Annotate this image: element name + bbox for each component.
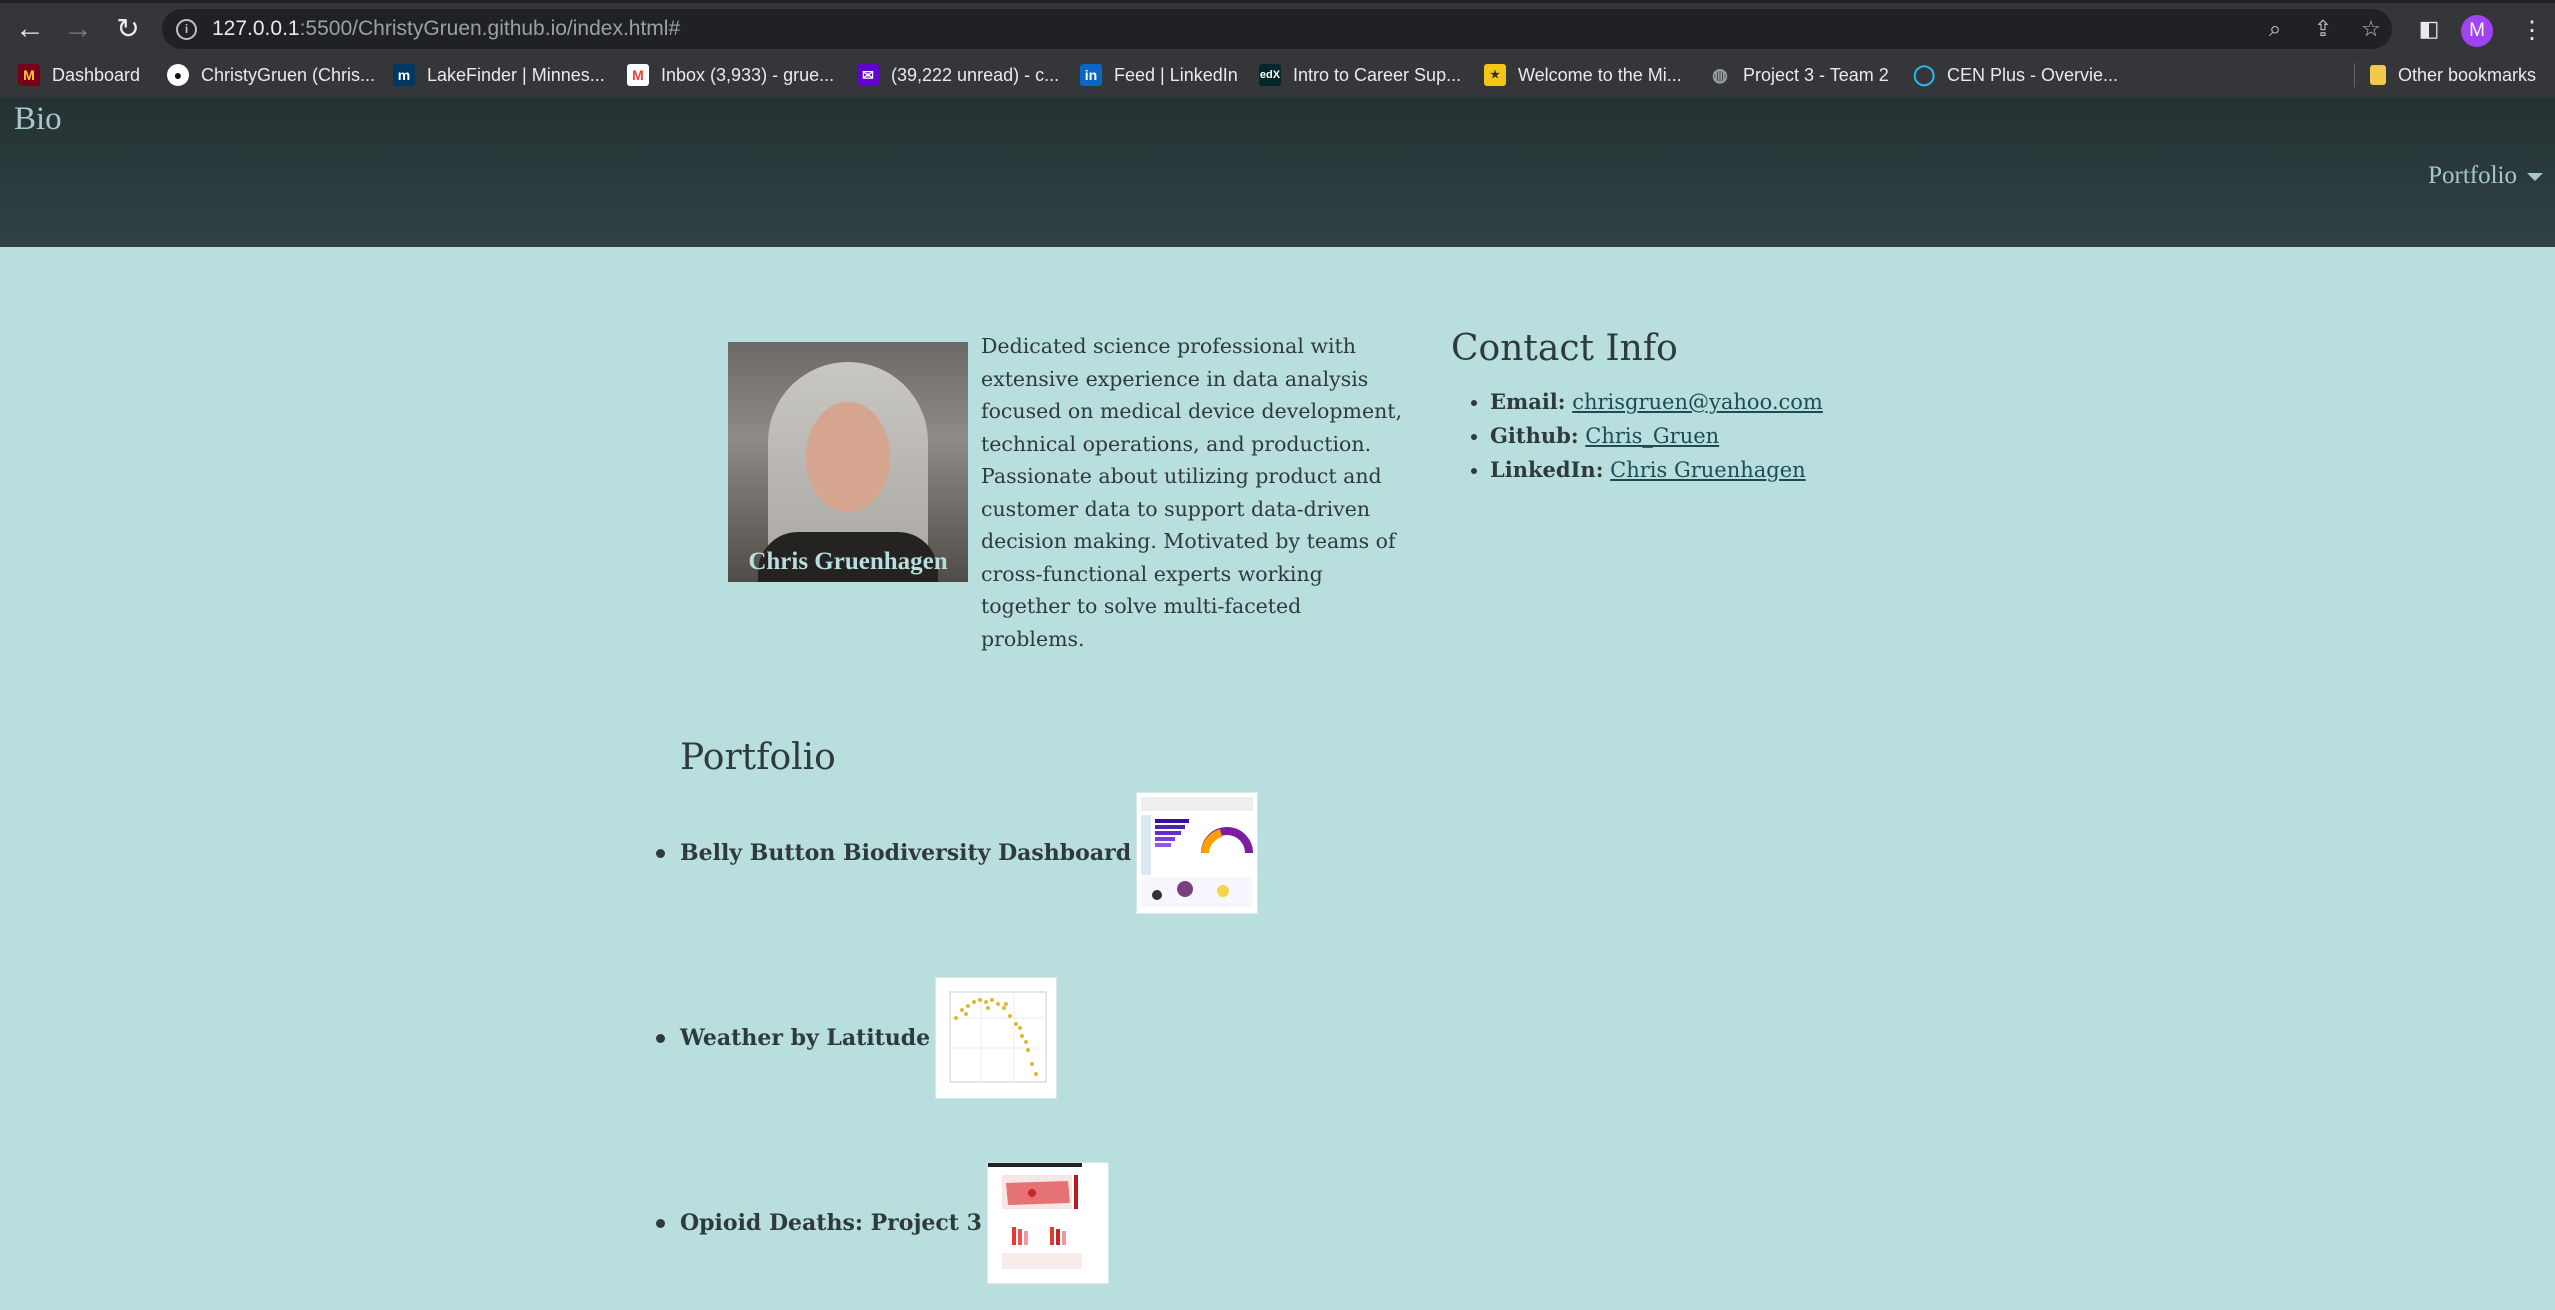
gmail-icon: M bbox=[627, 64, 649, 86]
mn-star-icon: ★ bbox=[1484, 64, 1506, 86]
github-icon: ● bbox=[167, 64, 189, 86]
dropdown-label: Portfolio bbox=[2428, 162, 2517, 189]
portfolio-item-label: Belly Button Biodiversity Dashboard bbox=[680, 840, 1132, 866]
portfolio-heading: Portfolio bbox=[680, 737, 836, 778]
contact-email: Email: chrisgruen@yahoo.com bbox=[1490, 385, 1823, 419]
linkedin-label: LinkedIn: bbox=[1490, 457, 1604, 482]
bookmark-star-icon[interactable]: ☆ bbox=[2358, 16, 2384, 42]
avatar[interactable]: M bbox=[2461, 15, 2493, 47]
umn-icon: M bbox=[18, 64, 40, 86]
address-bar[interactable]: i 127.0.0.1:5500/ChristyGruen.github.io/… bbox=[162, 9, 2392, 49]
globe-icon: ◍ bbox=[1712, 65, 1728, 85]
email-label: Email: bbox=[1490, 389, 1566, 414]
project-thumbnail[interactable] bbox=[1136, 792, 1259, 914]
menu-icon[interactable]: ⋮ bbox=[2520, 13, 2544, 49]
photo-caption: Chris Gruenhagen bbox=[748, 548, 948, 575]
yahoo-mail-icon: ✉ bbox=[857, 64, 879, 86]
site-info-icon[interactable]: i bbox=[176, 19, 197, 40]
bookmark-label: ChristyGruen (Chris... bbox=[201, 64, 376, 85]
circle-icon: ◯ bbox=[1913, 64, 1936, 86]
url-text[interactable]: 127.0.0.1:5500/ChristyGruen.github.io/in… bbox=[212, 9, 680, 49]
project-thumbnail[interactable] bbox=[986, 1162, 1109, 1284]
bookmark-label: Dashboard bbox=[52, 64, 141, 85]
share-icon[interactable]: ⇪ bbox=[2310, 16, 2336, 42]
contact-heading: Contact Info bbox=[1451, 328, 1678, 369]
bookmark-label: CEN Plus - Overvie... bbox=[1947, 64, 2119, 85]
bookmark-item[interactable]: ★ Welcome to the Mi... bbox=[1484, 53, 1682, 97]
navbar-brand[interactable]: Bio bbox=[14, 101, 62, 138]
contact-list: Email: chrisgruen@yahoo.com Github: Chri… bbox=[1451, 385, 1823, 487]
mn-icon: m bbox=[393, 64, 415, 86]
caret-down-icon bbox=[2527, 173, 2543, 182]
github-label: Github: bbox=[1490, 423, 1579, 448]
linkedin-link[interactable]: Chris Gruenhagen bbox=[1610, 458, 1806, 482]
bookmark-item[interactable]: in Feed | LinkedIn bbox=[1080, 53, 1238, 97]
bookmark-item[interactable]: M Dashboard bbox=[18, 53, 140, 97]
contact-linkedin: LinkedIn: Chris Gruenhagen bbox=[1490, 453, 1823, 487]
project-thumbnail[interactable] bbox=[935, 977, 1058, 1099]
folder-icon bbox=[2370, 65, 2386, 85]
bookmark-item[interactable]: M Inbox (3,933) - grue... bbox=[627, 53, 834, 97]
bookmark-item[interactable]: ● ChristyGruen (Chris... bbox=[167, 53, 375, 97]
bookmark-label: (39,222 unread) - c... bbox=[891, 64, 1060, 85]
portfolio-item: Belly Button Biodiversity Dashboard bbox=[656, 792, 1259, 914]
bookmark-label: Project 3 - Team 2 bbox=[1743, 64, 1889, 85]
portfolio-item: Weather by Latitude bbox=[656, 977, 1058, 1099]
profile-photo: Chris Gruenhagen bbox=[728, 342, 968, 582]
bookmark-label: Feed | LinkedIn bbox=[1114, 64, 1238, 85]
portfolio-item-label: Opioid Deaths: Project 3 bbox=[680, 1210, 982, 1236]
bookmark-item[interactable]: ◍ Project 3 - Team 2 bbox=[1709, 53, 1889, 97]
portfolio-item-label: Weather by Latitude bbox=[680, 1025, 931, 1051]
bookmarks-bar: M Dashboard ● ChristyGruen (Chris... m Lake… bbox=[0, 53, 2555, 98]
portfolio-dropdown[interactable]: Portfolio bbox=[2428, 162, 2543, 190]
zoom-icon[interactable]: ⌕ bbox=[2262, 16, 2288, 42]
email-link[interactable]: chrisgruen@yahoo.com bbox=[1572, 390, 1823, 414]
github-link[interactable]: Chris_Gruen bbox=[1585, 424, 1719, 448]
url-host: 127.0.0.1 bbox=[212, 17, 300, 40]
bookmark-item[interactable]: ✉ (39,222 unread) - c... bbox=[857, 53, 1059, 97]
bookmark-label: Inbox (3,933) - grue... bbox=[661, 64, 835, 85]
side-panel-icon[interactable]: ◧ bbox=[2416, 16, 2442, 42]
contact-github: Github: Chris_Gruen bbox=[1490, 419, 1823, 453]
bookmark-label: LakeFinder | Minnes... bbox=[427, 64, 605, 85]
forward-arrow-icon[interactable]: → bbox=[60, 11, 96, 47]
back-arrow-icon[interactable]: ← bbox=[12, 11, 48, 47]
other-bookmarks-label: Other bookmarks bbox=[2398, 64, 2537, 85]
portfolio-item: Opioid Deaths: Project 3 bbox=[656, 1162, 1109, 1284]
url-path: :5500/ChristyGruen.github.io/index.html# bbox=[299, 17, 681, 40]
edx-icon: edX bbox=[1259, 64, 1281, 86]
reload-icon[interactable]: ↻ bbox=[110, 11, 146, 47]
bookmark-item[interactable]: edX Intro to Career Sup... bbox=[1259, 53, 1461, 97]
browser-toolbar: ← → ↻ i 127.0.0.1:5500/ChristyGruen.gith… bbox=[0, 3, 2555, 53]
other-bookmarks[interactable]: Other bookmarks bbox=[2354, 63, 2536, 87]
bio-text: Dedicated science professional with exte… bbox=[981, 334, 1403, 651]
bookmark-item[interactable]: m LakeFinder | Minnes... bbox=[393, 53, 605, 97]
bookmark-label: Intro to Career Sup... bbox=[1293, 64, 1462, 85]
bookmark-item[interactable]: ◯ CEN Plus - Overvie... bbox=[1913, 53, 2118, 97]
site-navbar: Bio Portfolio bbox=[0, 97, 2555, 247]
bookmark-label: Welcome to the Mi... bbox=[1518, 64, 1682, 85]
linkedin-icon: in bbox=[1080, 64, 1102, 86]
